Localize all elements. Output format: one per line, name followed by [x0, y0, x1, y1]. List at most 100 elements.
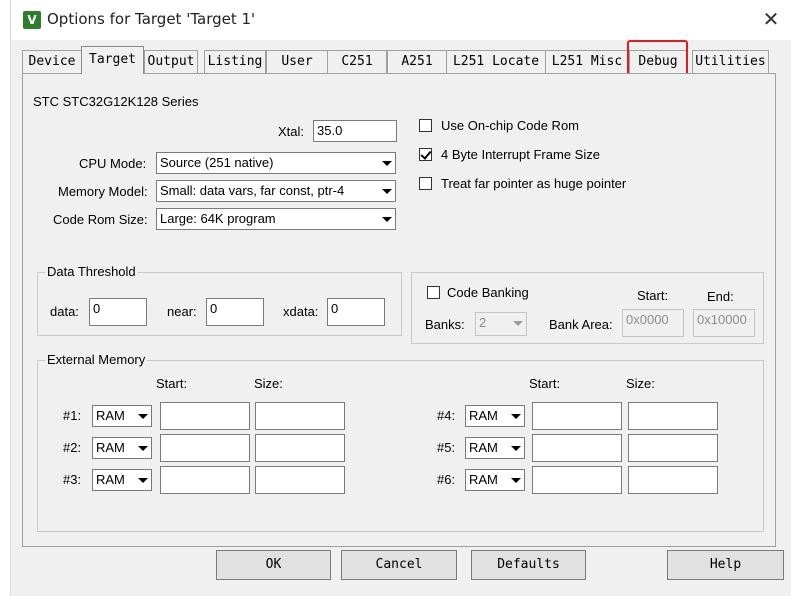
bank-start-input[interactable]: 0x0000	[622, 309, 684, 337]
ext-size-input-3[interactable]	[255, 466, 345, 494]
chevron-down-icon[interactable]	[134, 406, 151, 426]
device-name: STC STC32G12K128 Series	[33, 94, 199, 109]
near-threshold-input[interactable]: 0	[206, 298, 264, 326]
chevron-down-icon[interactable]	[134, 470, 151, 490]
ext-start-input-6[interactable]	[532, 466, 622, 494]
keil-app-icon: V	[23, 11, 41, 29]
ext-start-header-right: Start:	[529, 376, 561, 391]
ext-row-label-2: #2:	[63, 440, 82, 455]
chevron-down-icon[interactable]	[507, 438, 524, 458]
near-label: near:	[167, 304, 197, 319]
cpu-mode-select[interactable]: Source (251 native)	[156, 152, 396, 174]
treat-far-pointer-label: Treat far pointer as huge pointer	[441, 176, 627, 191]
tab-c251[interactable]: C251	[327, 50, 387, 73]
tab-target[interactable]: Target	[81, 46, 144, 74]
bank-start-header: Start:	[637, 288, 669, 303]
ext-start-input-2[interactable]	[160, 434, 250, 462]
ext-start-input-5[interactable]	[532, 434, 622, 462]
four-byte-interrupt-label: 4 Byte Interrupt Frame Size	[441, 147, 600, 162]
use-onchip-code-rom-checkbox[interactable]	[419, 119, 432, 132]
chevron-down-icon[interactable]	[134, 438, 151, 458]
four-byte-interrupt-checkbox[interactable]	[419, 148, 432, 161]
tab-a251[interactable]: A251	[387, 50, 447, 73]
chevron-down-icon[interactable]	[378, 209, 395, 229]
memory-model-select[interactable]: Small: data vars, far const, ptr-4	[156, 180, 396, 202]
ext-type-select-1[interactable]: RAM	[92, 405, 152, 427]
chevron-down-icon[interactable]	[509, 313, 526, 333]
tab-l251-misc[interactable]: L251 Misc	[545, 50, 629, 73]
memory-model-label: Memory Model:	[58, 184, 148, 199]
code-banking-label: Code Banking	[447, 285, 529, 300]
bank-area-label: Bank Area:	[549, 317, 613, 332]
code-banking-checkbox[interactable]	[427, 286, 440, 299]
ext-row-label-4: #4:	[437, 408, 456, 423]
bank-end-input[interactable]: 0x10000	[693, 309, 755, 337]
ext-size-input-4[interactable]	[628, 402, 718, 430]
ext-size-header-left: Size:	[254, 376, 283, 391]
ext-size-input-5[interactable]	[628, 434, 718, 462]
ext-start-header-left: Start:	[156, 376, 188, 391]
tab-device[interactable]: Device	[22, 50, 82, 73]
background-editor-right	[790, 0, 800, 596]
ext-type-select-2[interactable]: RAM	[92, 437, 152, 459]
ext-row-label-6: #6:	[437, 472, 456, 487]
tab-listing[interactable]: Listing	[204, 50, 266, 73]
ext-type-value-5: RAM	[469, 440, 498, 455]
tab-output[interactable]: Output	[144, 50, 198, 73]
chevron-down-icon[interactable]	[378, 181, 395, 201]
xtal-input[interactable]: 35.0	[313, 120, 397, 142]
ext-type-select-4[interactable]: RAM	[465, 405, 525, 427]
tab-user[interactable]: User	[266, 50, 328, 73]
ext-start-input-1[interactable]	[160, 402, 250, 430]
defaults-button[interactable]: Defaults	[471, 550, 586, 580]
chevron-down-icon[interactable]	[507, 406, 524, 426]
ext-type-value-2: RAM	[96, 440, 125, 455]
xtal-label: Xtal:	[278, 124, 305, 139]
window-title: Options for Target 'Target 1'	[47, 10, 256, 28]
cpu-mode-value: Source (251 native)	[160, 155, 274, 170]
chevron-down-icon[interactable]	[378, 153, 395, 173]
tab-l251-locate[interactable]: L251 Locate	[446, 50, 546, 73]
xdata-threshold-input[interactable]: 0	[327, 298, 385, 326]
ext-type-select-3[interactable]: RAM	[92, 469, 152, 491]
ext-size-input-6[interactable]	[628, 466, 718, 494]
chevron-down-icon[interactable]	[507, 470, 524, 490]
code-rom-size-select[interactable]: Large: 64K program	[156, 208, 396, 230]
bank-end-header: End:	[707, 289, 734, 304]
dialog-client-area: Device Target Output Listing User C251 A…	[11, 40, 791, 596]
ok-button[interactable]: OK	[216, 550, 331, 580]
ext-type-value-1: RAM	[96, 408, 125, 423]
ext-type-select-5[interactable]: RAM	[465, 437, 525, 459]
ext-row-label-1: #1:	[63, 408, 82, 423]
ext-type-value-6: RAM	[469, 472, 498, 487]
cancel-button[interactable]: Cancel	[341, 550, 457, 580]
banks-select[interactable]: 2	[475, 312, 527, 336]
xdata-label: xdata:	[283, 304, 319, 319]
banks-value: 2	[479, 315, 487, 330]
memory-model-value: Small: data vars, far const, ptr-4	[160, 183, 345, 198]
help-button[interactable]: Help	[667, 550, 784, 580]
options-dialog: V Options for Target 'Target 1' ✕ Device…	[10, 0, 791, 596]
tab-utilities[interactable]: Utilities	[692, 50, 769, 73]
code-rom-size-value: Large: 64K program	[160, 211, 276, 226]
code-rom-size-label: Code Rom Size:	[53, 212, 148, 227]
data-threshold-title: Data Threshold	[45, 264, 138, 279]
ext-row-label-3: #3:	[63, 472, 82, 487]
data-label: data:	[50, 304, 79, 319]
cpu-mode-label: CPU Mode:	[79, 156, 147, 171]
ext-row-label-5: #5:	[437, 440, 456, 455]
close-icon[interactable]: ✕	[758, 6, 784, 32]
ext-type-value-3: RAM	[96, 472, 125, 487]
banks-label: Banks:	[425, 317, 465, 332]
ext-type-select-6[interactable]: RAM	[465, 469, 525, 491]
ext-type-value-4: RAM	[469, 408, 498, 423]
ext-size-input-2[interactable]	[255, 434, 345, 462]
ext-size-input-1[interactable]	[255, 402, 345, 430]
data-threshold-input[interactable]: 0	[89, 298, 147, 326]
ext-start-input-3[interactable]	[160, 466, 250, 494]
title-bar: V Options for Target 'Target 1' ✕	[11, 0, 791, 40]
ext-start-input-4[interactable]	[532, 402, 622, 430]
target-tab-pane: STC STC32G12K128 Series Xtal: 35.0 CPU M…	[22, 73, 776, 547]
treat-far-pointer-checkbox[interactable]	[419, 177, 432, 190]
external-memory-title: External Memory	[45, 352, 148, 367]
